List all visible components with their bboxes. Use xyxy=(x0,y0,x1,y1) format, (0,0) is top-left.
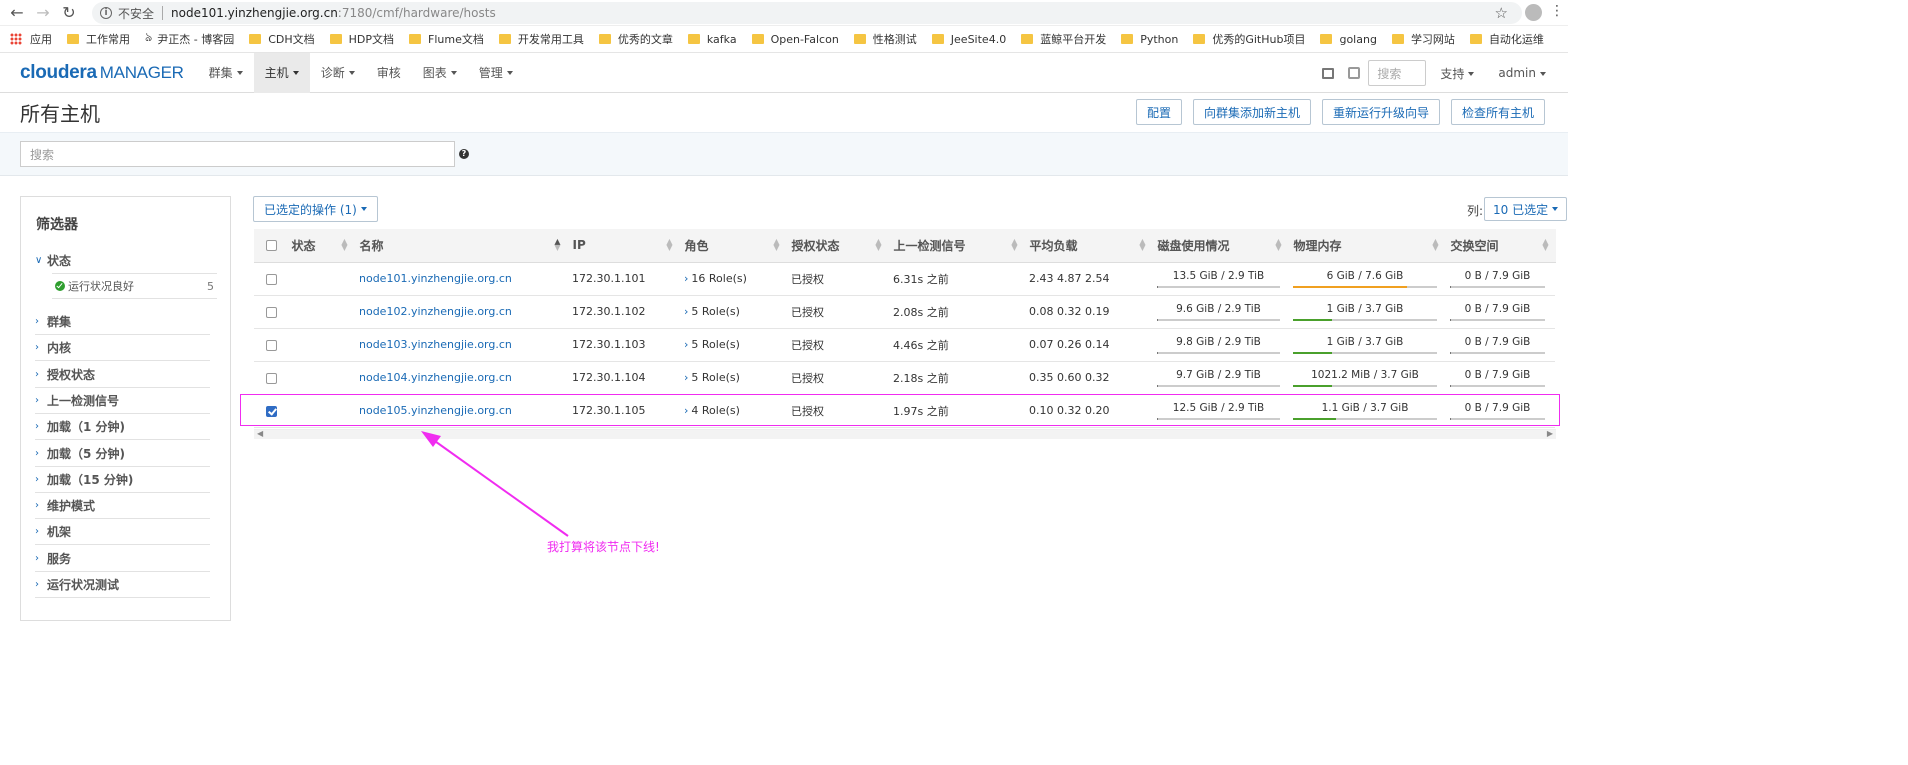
annotation-arrow xyxy=(421,431,569,537)
annotation-text: 我打算将该节点下线! xyxy=(547,540,660,554)
